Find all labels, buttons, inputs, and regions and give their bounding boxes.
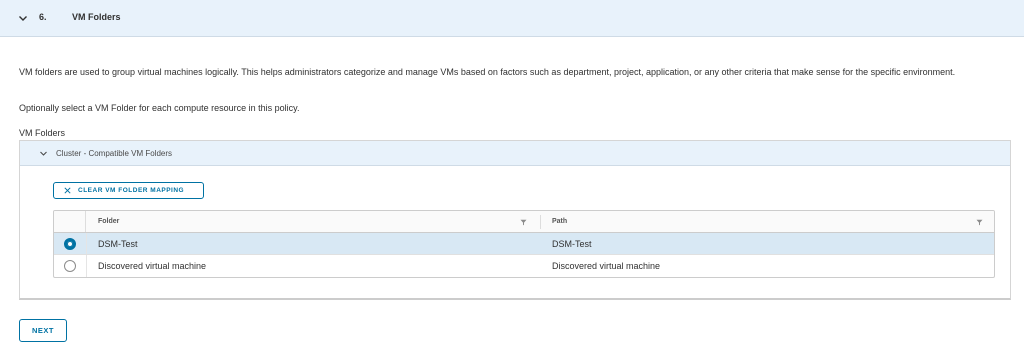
vm-folders-grid: Folder Path DSM-Test DSM-Test Discovered…: [53, 210, 995, 278]
column-header-path[interactable]: Path: [552, 218, 567, 225]
hint-text: Optionally select a VM Folder for each c…: [19, 103, 300, 113]
next-button[interactable]: NEXT: [19, 319, 67, 342]
folder-cell: Discovered virtual machine: [98, 261, 207, 271]
table-row[interactable]: DSM-Test DSM-Test: [54, 233, 994, 255]
path-cell: Discovered virtual machine: [552, 261, 661, 271]
chevron-down-icon[interactable]: [39, 149, 48, 158]
row-radio-button[interactable]: [64, 260, 76, 272]
vm-folders-panel: Cluster - Compatible VM Folders CLEAR VM…: [19, 140, 1011, 300]
column-header-folder[interactable]: Folder: [98, 218, 119, 225]
step-title: VM Folders: [72, 12, 121, 22]
step-number: 6.: [39, 12, 47, 22]
description-text: VM folders are used to group virtual mac…: [19, 67, 956, 77]
step-header[interactable]: 6. VM Folders: [0, 0, 1024, 37]
selection-column-header: [54, 211, 86, 232]
table-row[interactable]: Discovered virtual machine Discovered vi…: [54, 255, 994, 277]
folder-cell: DSM-Test: [98, 239, 138, 249]
path-cell: DSM-Test: [552, 239, 592, 249]
column-separator: [86, 233, 87, 254]
clear-vm-folder-mapping-button[interactable]: CLEAR VM FOLDER MAPPING: [53, 182, 204, 199]
cluster-panel-title: Cluster - Compatible VM Folders: [56, 149, 173, 158]
close-icon: [64, 187, 71, 194]
cluster-panel-header[interactable]: Cluster - Compatible VM Folders: [20, 141, 1010, 166]
filter-icon[interactable]: [976, 219, 983, 226]
vm-folders-label: VM Folders: [19, 128, 66, 138]
column-separator: [86, 255, 87, 277]
row-radio-button[interactable]: [64, 238, 76, 250]
column-divider[interactable]: [540, 215, 541, 229]
chevron-down-icon[interactable]: [17, 12, 29, 24]
grid-header: Folder Path: [54, 211, 994, 233]
filter-icon[interactable]: [520, 219, 527, 226]
clear-button-label: CLEAR VM FOLDER MAPPING: [78, 187, 185, 194]
